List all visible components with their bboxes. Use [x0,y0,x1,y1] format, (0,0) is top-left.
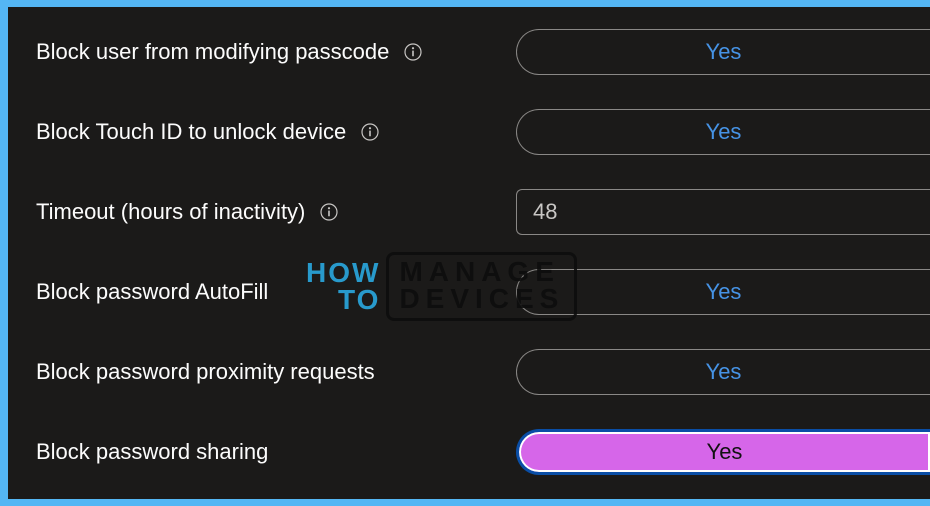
toggle-block-touch-id[interactable]: Yes [516,109,930,155]
label-text: Block password proximity requests [36,359,375,385]
control-block-autofill: Yes [516,269,930,315]
label-block-proximity: Block password proximity requests [36,359,516,385]
toggle-block-modify-passcode[interactable]: Yes [516,29,930,75]
label-text: Block user from modifying passcode [36,39,389,65]
toggle-block-autofill[interactable]: Yes [516,269,930,315]
toggle-value: Yes [707,439,743,465]
label-text: Block password sharing [36,439,268,465]
control-block-proximity: Yes [516,349,930,395]
label-block-touch-id: Block Touch ID to unlock device [36,119,516,145]
control-block-modify-passcode: Yes [516,29,930,75]
label-block-autofill: Block password AutoFill [36,279,516,305]
toggle-value: Yes [706,279,742,305]
toggle-value: Yes [706,359,742,385]
label-block-sharing: Block password sharing [36,439,516,465]
row-timeout: Timeout (hours of inactivity) [36,187,930,237]
toggle-block-proximity[interactable]: Yes [516,349,930,395]
toggle-block-sharing[interactable]: Yes [516,429,930,475]
row-block-modify-passcode: Block user from modifying passcode Yes [36,27,930,77]
settings-panel: Block user from modifying passcode Yes B… [8,7,930,499]
row-block-sharing: Block password sharing Yes [36,427,930,477]
label-block-modify-passcode: Block user from modifying passcode [36,39,516,65]
label-timeout: Timeout (hours of inactivity) [36,199,516,225]
label-text: Block Touch ID to unlock device [36,119,346,145]
control-block-sharing: Yes [516,429,930,475]
toggle-value: Yes [706,119,742,145]
info-icon[interactable] [319,202,339,222]
info-icon[interactable] [403,42,423,62]
label-text: Timeout (hours of inactivity) [36,199,305,225]
control-timeout [516,189,930,235]
control-block-touch-id: Yes [516,109,930,155]
info-icon[interactable] [360,122,380,142]
row-block-autofill: Block password AutoFill Yes [36,267,930,317]
timeout-input[interactable] [516,189,930,235]
toggle-value: Yes [706,39,742,65]
label-text: Block password AutoFill [36,279,268,305]
row-block-touch-id: Block Touch ID to unlock device Yes [36,107,930,157]
row-block-proximity: Block password proximity requests Yes [36,347,930,397]
